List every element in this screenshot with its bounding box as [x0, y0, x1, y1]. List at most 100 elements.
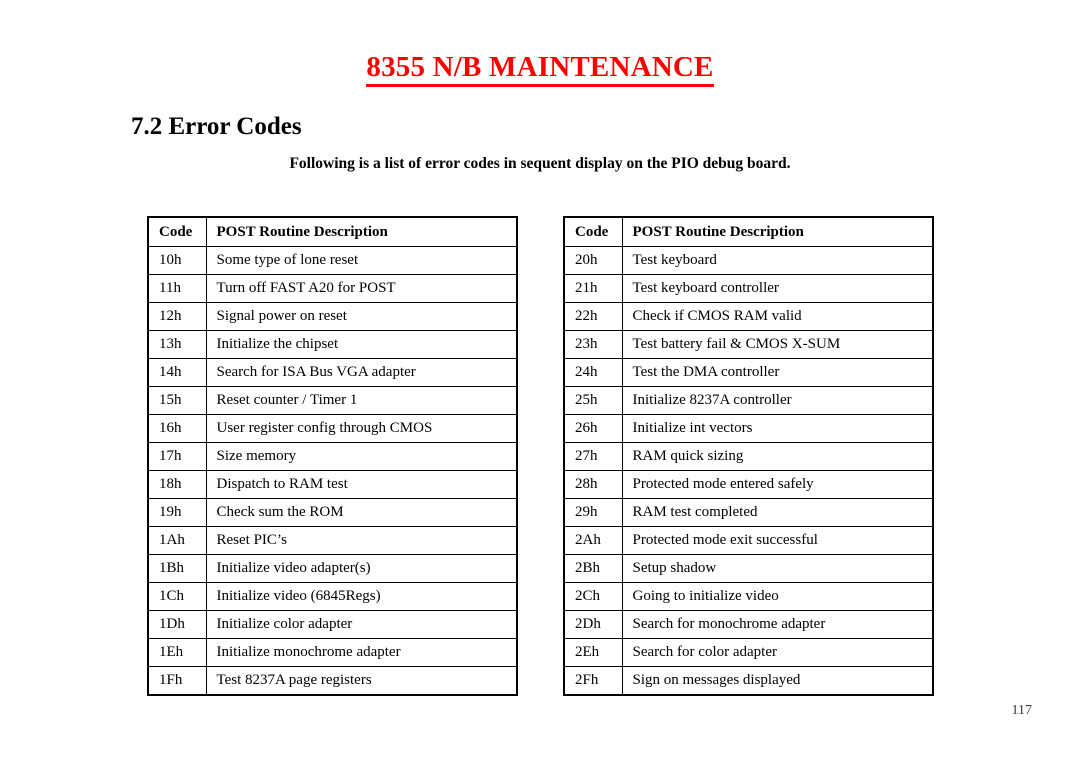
cell-description: Initialize video adapter(s) [205, 554, 518, 583]
cell-code: 16h [147, 414, 207, 443]
table-row: 2Ah Protected mode exit successful [563, 526, 934, 555]
table-row: 1Eh Initialize monochrome adapter [147, 638, 518, 667]
table-row: 27h RAM quick sizing [563, 442, 934, 471]
table-row: 19h Check sum the ROM [147, 498, 518, 527]
cell-description: Test keyboard controller [621, 274, 934, 303]
table-row: 22h Check if CMOS RAM valid [563, 302, 934, 331]
table-row: 2Eh Search for color adapter [563, 638, 934, 667]
table-row: 1Dh Initialize color adapter [147, 610, 518, 639]
cell-description: Signal power on reset [205, 302, 518, 331]
cell-code: 21h [563, 274, 623, 303]
cell-code: 2Dh [563, 610, 623, 639]
cell-code: 1Ch [147, 582, 207, 611]
cell-description: RAM quick sizing [621, 442, 934, 471]
cell-description: Test the DMA controller [621, 358, 934, 387]
error-codes-table-left-wrapper: Code POST Routine Description 10h Some ty… [147, 216, 518, 696]
cell-code: 2Ah [563, 526, 623, 555]
cell-code: 28h [563, 470, 623, 499]
cell-description: Sign on messages displayed [621, 666, 934, 696]
cell-description: Initialize monochrome adapter [205, 638, 518, 667]
table-row: 2Ch Going to initialize video [563, 582, 934, 611]
cell-code: 24h [563, 358, 623, 387]
cell-description: Initialize the chipset [205, 330, 518, 359]
cell-description: Initialize video (6845Regs) [205, 582, 518, 611]
cell-description: Test keyboard [621, 246, 934, 275]
cell-code: 14h [147, 358, 207, 387]
cell-code: 1Eh [147, 638, 207, 667]
cell-code: 1Bh [147, 554, 207, 583]
cell-code: 27h [563, 442, 623, 471]
table-row: 1Fh Test 8237A page registers [147, 666, 518, 696]
section-heading: 7.2 Error Codes [131, 113, 302, 140]
cell-description: Some type of lone reset [205, 246, 518, 275]
cell-code: 25h [563, 386, 623, 415]
cell-code: 2Fh [563, 666, 623, 696]
column-header-code: Code [563, 216, 623, 247]
table-row: 11h Turn off FAST A20 for POST [147, 274, 518, 303]
document-page: 8355 N/B MAINTENANCE 7.2 Error Codes Fol… [0, 0, 1080, 763]
cell-description: Size memory [205, 442, 518, 471]
cell-description: Initialize color adapter [205, 610, 518, 639]
cell-description: RAM test completed [621, 498, 934, 527]
table-row: 2Dh Search for monochrome adapter [563, 610, 934, 639]
cell-code: 12h [147, 302, 207, 331]
cell-description: Going to initialize video [621, 582, 934, 611]
table-header-row: Code POST Routine Description [147, 216, 518, 247]
table-row: 14h Search for ISA Bus VGA adapter [147, 358, 518, 387]
cell-description: Check sum the ROM [205, 498, 518, 527]
cell-description: Dispatch to RAM test [205, 470, 518, 499]
cell-code: 1Ah [147, 526, 207, 555]
table-row: 21h Test keyboard controller [563, 274, 934, 303]
table-row: 29h RAM test completed [563, 498, 934, 527]
table-body-left: 10h Some type of lone reset 11h Turn off FA… [147, 246, 518, 696]
intro-paragraph: Following is a list of error codes in se… [289, 155, 791, 172]
cell-code: 2Ch [563, 582, 623, 611]
cell-description: Test battery fail & CMOS X-SUM [621, 330, 934, 359]
table-row: 18h Dispatch to RAM test [147, 470, 518, 499]
cell-description: Reset PIC’s [205, 526, 518, 555]
table-row: 2Fh Sign on messages displayed [563, 666, 934, 696]
table-row: 17h Size memory [147, 442, 518, 471]
cell-description: Protected mode entered safely [621, 470, 934, 499]
table-row: 24h Test the DMA controller [563, 358, 934, 387]
cell-code: 20h [563, 246, 623, 275]
table-row: 26h Initialize int vectors [563, 414, 934, 443]
table-row: 1Bh Initialize video adapter(s) [147, 554, 518, 583]
column-header-code: Code [147, 216, 207, 247]
cell-code: 17h [147, 442, 207, 471]
cell-description: Initialize int vectors [621, 414, 934, 443]
cell-code: 10h [147, 246, 207, 275]
table-row: 28h Protected mode entered safely [563, 470, 934, 499]
cell-description: Reset counter / Timer 1 [205, 386, 518, 415]
cell-description: Test 8237A page registers [205, 666, 518, 696]
cell-code: 1Dh [147, 610, 207, 639]
cell-code: 11h [147, 274, 207, 303]
cell-description: Protected mode exit successful [621, 526, 934, 555]
cell-code: 26h [563, 414, 623, 443]
cell-code: 29h [563, 498, 623, 527]
cell-code: 2Eh [563, 638, 623, 667]
cell-description: Turn off FAST A20 for POST [205, 274, 518, 303]
table-row: 16h User register config through CMOS [147, 414, 518, 443]
cell-description: Search for monochrome adapter [621, 610, 934, 639]
page-number: 117 [1011, 703, 1032, 718]
cell-code: 1Fh [147, 666, 207, 696]
table-row: 25h Initialize 8237A controller [563, 386, 934, 415]
table-header-row: Code POST Routine Description [563, 216, 934, 247]
table-row: 10h Some type of lone reset [147, 246, 518, 275]
cell-code: 22h [563, 302, 623, 331]
cell-description: Search for color adapter [621, 638, 934, 667]
column-header-description: POST Routine Description [205, 216, 518, 247]
cell-code: 23h [563, 330, 623, 359]
cell-code: 2Bh [563, 554, 623, 583]
cell-description: Setup shadow [621, 554, 934, 583]
table-row: 13h Initialize the chipset [147, 330, 518, 359]
cell-description: Search for ISA Bus VGA adapter [205, 358, 518, 387]
document-title: 8355 N/B MAINTENANCE [0, 52, 1080, 88]
cell-description: Check if CMOS RAM valid [621, 302, 934, 331]
table-row: 12h Signal power on reset [147, 302, 518, 331]
table-row: 15h Reset counter / Timer 1 [147, 386, 518, 415]
cell-code: 19h [147, 498, 207, 527]
error-codes-table-right-wrapper: Code POST Routine Description 20h Test ke… [563, 216, 934, 696]
table-row: 1Ch Initialize video (6845Regs) [147, 582, 518, 611]
